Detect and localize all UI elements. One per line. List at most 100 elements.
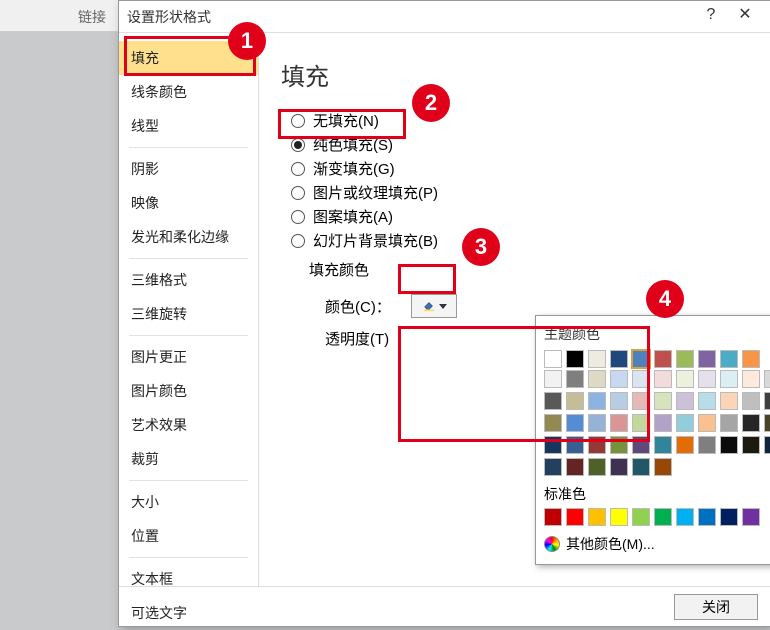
sidebar-item[interactable]: 图片颜色	[119, 374, 258, 408]
close-button[interactable]: 关闭	[674, 594, 758, 620]
color-swatch[interactable]	[654, 458, 672, 476]
sidebar-separator	[129, 258, 248, 259]
color-swatch[interactable]	[764, 370, 770, 388]
color-swatch[interactable]	[632, 392, 650, 410]
color-swatch[interactable]	[544, 370, 562, 388]
color-swatch[interactable]	[544, 350, 562, 368]
color-swatch[interactable]	[544, 414, 562, 432]
sidebar-item[interactable]: 发光和柔化边缘	[119, 220, 258, 254]
color-swatch[interactable]	[742, 508, 760, 526]
color-swatch[interactable]	[610, 350, 628, 368]
color-swatch[interactable]	[720, 414, 738, 432]
color-swatch[interactable]	[698, 350, 716, 368]
color-swatch[interactable]	[544, 508, 562, 526]
sidebar-item[interactable]: 可选文字	[119, 596, 258, 630]
color-swatch[interactable]	[654, 436, 672, 454]
color-swatch[interactable]	[676, 414, 694, 432]
color-swatch[interactable]	[654, 508, 672, 526]
color-swatch[interactable]	[654, 350, 672, 368]
color-swatch[interactable]	[698, 414, 716, 432]
close-icon[interactable]: ✕	[728, 4, 762, 30]
color-swatch[interactable]	[588, 414, 606, 432]
sidebar-item[interactable]: 线型	[119, 109, 258, 143]
color-swatch[interactable]	[720, 508, 738, 526]
radio-option[interactable]: 纯色填充(S)	[291, 134, 750, 155]
color-swatch[interactable]	[632, 458, 650, 476]
color-swatch[interactable]	[720, 350, 738, 368]
color-swatch[interactable]	[588, 458, 606, 476]
color-swatch[interactable]	[742, 436, 760, 454]
sidebar-item[interactable]: 阴影	[119, 152, 258, 186]
sidebar-item[interactable]: 位置	[119, 519, 258, 553]
color-swatch[interactable]	[742, 414, 760, 432]
sidebar-item[interactable]: 三维旋转	[119, 297, 258, 331]
color-swatch[interactable]	[632, 414, 650, 432]
color-swatch[interactable]	[632, 350, 650, 368]
color-swatch[interactable]	[588, 350, 606, 368]
color-swatch[interactable]	[566, 370, 584, 388]
sidebar-item[interactable]: 三维格式	[119, 263, 258, 297]
sidebar-item[interactable]: 大小	[119, 485, 258, 519]
color-swatch[interactable]	[764, 414, 770, 432]
color-swatch[interactable]	[654, 414, 672, 432]
color-swatch[interactable]	[566, 508, 584, 526]
color-swatch[interactable]	[764, 436, 770, 454]
sidebar-item[interactable]: 裁剪	[119, 442, 258, 476]
color-swatch[interactable]	[676, 436, 694, 454]
color-swatch[interactable]	[676, 350, 694, 368]
color-swatch[interactable]	[610, 458, 628, 476]
more-colors-row[interactable]: 其他颜色(M)...	[544, 534, 770, 554]
color-swatch[interactable]	[654, 370, 672, 388]
color-swatch[interactable]	[698, 392, 716, 410]
color-swatch[interactable]	[566, 414, 584, 432]
radio-option[interactable]: 图片或纹理填充(P)	[291, 182, 750, 203]
color-swatch[interactable]	[720, 436, 738, 454]
color-swatch[interactable]	[698, 370, 716, 388]
color-swatch[interactable]	[566, 350, 584, 368]
color-swatch[interactable]	[720, 370, 738, 388]
color-swatch[interactable]	[632, 508, 650, 526]
color-swatch[interactable]	[566, 458, 584, 476]
radio-option[interactable]: 图案填充(A)	[291, 206, 750, 227]
color-swatch[interactable]	[742, 350, 760, 368]
color-swatch[interactable]	[588, 370, 606, 388]
color-swatch[interactable]	[610, 392, 628, 410]
color-swatch[interactable]	[720, 392, 738, 410]
color-swatch[interactable]	[698, 508, 716, 526]
help-button[interactable]: ?	[694, 4, 728, 30]
radio-option[interactable]: 无填充(N)	[291, 110, 750, 131]
color-swatch[interactable]	[632, 370, 650, 388]
color-swatch[interactable]	[544, 392, 562, 410]
radio-icon	[291, 234, 305, 248]
color-swatch[interactable]	[566, 436, 584, 454]
sidebar-item[interactable]: 图片更正	[119, 340, 258, 374]
color-swatch[interactable]	[654, 392, 672, 410]
radio-option[interactable]: 渐变填充(G)	[291, 158, 750, 179]
color-swatch[interactable]	[742, 370, 760, 388]
color-swatch[interactable]	[676, 508, 694, 526]
color-swatch[interactable]	[610, 414, 628, 432]
color-swatch[interactable]	[764, 392, 770, 410]
color-picker-button[interactable]	[411, 294, 457, 318]
sidebar-item[interactable]: 艺术效果	[119, 408, 258, 442]
content-pane: 填充 无填充(N)纯色填充(S)渐变填充(G)图片或纹理填充(P)图案填充(A)…	[259, 33, 770, 586]
color-swatch[interactable]	[676, 392, 694, 410]
sidebar-item[interactable]: 填充	[119, 41, 258, 75]
color-swatch[interactable]	[588, 392, 606, 410]
color-swatch[interactable]	[588, 508, 606, 526]
sidebar-item[interactable]: 文本框	[119, 562, 258, 596]
color-swatch[interactable]	[588, 436, 606, 454]
color-swatch[interactable]	[610, 370, 628, 388]
color-swatch[interactable]	[632, 436, 650, 454]
radio-option[interactable]: 幻灯片背景填充(B)	[291, 230, 750, 251]
color-swatch[interactable]	[676, 370, 694, 388]
color-swatch[interactable]	[544, 458, 562, 476]
color-swatch[interactable]	[610, 508, 628, 526]
color-swatch[interactable]	[610, 436, 628, 454]
sidebar-item[interactable]: 映像	[119, 186, 258, 220]
color-swatch[interactable]	[544, 436, 562, 454]
sidebar-item[interactable]: 线条颜色	[119, 75, 258, 109]
color-swatch[interactable]	[698, 436, 716, 454]
color-swatch[interactable]	[742, 392, 760, 410]
color-swatch[interactable]	[566, 392, 584, 410]
